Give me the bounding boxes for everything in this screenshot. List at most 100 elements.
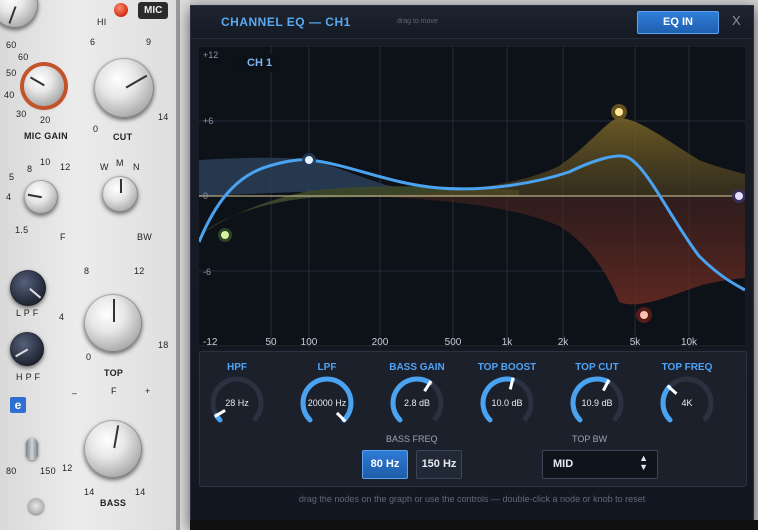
- eq-graph-canvas[interactable]: +12 +6 0 -6 -12 50 100 200 500 1k 2k 5k 10k: [199, 46, 745, 348]
- x-axis-label: 5k: [630, 337, 642, 348]
- top-label: TOP: [104, 368, 124, 378]
- x-axis-label: 10k: [681, 337, 698, 348]
- top-boost-node[interactable]: [611, 104, 627, 120]
- cut-scale-3: 0: [93, 124, 99, 134]
- console-strip: HI MIC 60 60 50 40 30 20 MIC GAIN 6 9 0 …: [0, 0, 190, 530]
- top-freq-value: 4K: [681, 398, 693, 408]
- f-scale-5: 4: [6, 192, 12, 202]
- bw-label: BW: [137, 232, 153, 242]
- cut-scale-2: 9: [146, 37, 152, 47]
- close-button[interactable]: X: [732, 13, 741, 28]
- x-axis-label: 100: [301, 337, 318, 348]
- hi-label: HI: [97, 17, 107, 27]
- bass-minus: –: [72, 388, 78, 398]
- top-scale-5: 0: [86, 352, 92, 362]
- top-scale-1: 8: [84, 266, 90, 276]
- mic-gain-knob[interactable]: [24, 66, 64, 106]
- footer-hint: drag the nodes on the graph or use the c…: [298, 494, 646, 504]
- lpf-value: 20000 Hz: [307, 398, 347, 408]
- bass-freq-label: BASS FREQ: [386, 434, 438, 444]
- bass-knob[interactable]: [78, 414, 148, 484]
- bass-plus: +: [145, 386, 151, 396]
- cut-scale-4: 14: [158, 112, 169, 122]
- switch-150-label: 150: [40, 466, 56, 476]
- channel-label: CH 1: [237, 54, 283, 72]
- mic-gain-scale-3: 40: [4, 90, 15, 100]
- mic-gain-scale-1: 60: [18, 52, 29, 62]
- y-label-plus12: +12: [203, 50, 218, 60]
- eq-in-button[interactable]: EQ IN: [637, 11, 719, 34]
- y-label-minus6: -6: [203, 267, 211, 277]
- mic-gain-scale-top: 60: [6, 40, 17, 50]
- mic-gain-scale-4: 30: [16, 109, 27, 119]
- eq-controls-panel: HPF LPF BASS GAIN TOP BOOST TOP CUT TOP …: [199, 351, 747, 487]
- bass-gain-value: 2.8 dB: [403, 398, 431, 408]
- channel-eq-window[interactable]: CHANNEL EQ — CH1 drag to move EQ IN X +1…: [190, 5, 754, 527]
- bass-node[interactable]: [218, 228, 232, 242]
- bw-n-label: N: [133, 162, 140, 172]
- bottom-strip: [190, 520, 758, 530]
- top-bw-select[interactable]: MID ▲ ▼: [542, 450, 658, 479]
- top-cut-value: 10.9 dB: [581, 398, 613, 408]
- top-scale-3: 4: [59, 312, 65, 322]
- x-axis-label: 200: [372, 337, 389, 348]
- window-titlebar[interactable]: CHANNEL EQ — CH1 drag to move EQ IN X: [191, 6, 753, 39]
- cut-scale-1: 6: [90, 37, 96, 47]
- lpf-knob[interactable]: [10, 270, 46, 306]
- f-scale-3: 10: [40, 157, 51, 167]
- hpf-label: H P F: [16, 372, 41, 382]
- lpf-label: L P F: [16, 308, 39, 318]
- bass-freq-80-button[interactable]: 80 Hz: [362, 450, 408, 479]
- channel-divider: [176, 0, 180, 530]
- hi-knob[interactable]: [0, 0, 38, 28]
- bass-freq-150-button[interactable]: 150 Hz: [416, 450, 462, 479]
- drag-hint: drag to move: [397, 18, 438, 25]
- y-label-minus12: -12: [203, 337, 218, 348]
- bass-freq-toggle[interactable]: [26, 438, 38, 460]
- top-knob[interactable]: [78, 288, 148, 358]
- hpf-label: HPF: [227, 362, 247, 373]
- bw-knob[interactable]: [102, 176, 138, 212]
- x-axis-label: 500: [445, 337, 462, 348]
- bw-m-label: M: [116, 158, 124, 168]
- mic-gain-scale-5: 20: [40, 115, 51, 125]
- bass-gain-label: BASS GAIN: [389, 362, 445, 373]
- mic-button[interactable]: MIC: [138, 2, 169, 19]
- top-scale-2: 12: [134, 266, 145, 276]
- top-bw-value: MID: [553, 458, 574, 470]
- top-bw-label: TOP BW: [572, 434, 608, 444]
- x-axis-label: 50: [265, 337, 277, 348]
- switch-80-label: 80: [6, 466, 17, 476]
- f-scale-6: 1.5: [15, 225, 29, 235]
- eq-graph[interactable]: +12 +6 0 -6 -12 50 100 200 500 1k 2k 5k 10k CH …: [199, 46, 745, 348]
- y-label-zero: 0: [203, 191, 208, 201]
- f-label: F: [60, 232, 66, 242]
- e-badge[interactable]: e: [10, 397, 26, 413]
- hpf-knob[interactable]: [10, 332, 44, 366]
- top-freq-label: TOP FREQ: [661, 362, 713, 373]
- top-boost-value: 10.0 dB: [491, 398, 523, 408]
- hpf-node[interactable]: [302, 153, 316, 167]
- top-cut-node[interactable]: [636, 307, 652, 323]
- f-scale-2: 8: [27, 164, 33, 174]
- cut-knob[interactable]: [88, 52, 160, 124]
- top-cut-label: TOP CUT: [575, 362, 619, 373]
- screw-icon: [28, 498, 44, 514]
- mic-led: [114, 3, 128, 17]
- lpf-label: LPF: [317, 362, 337, 373]
- updown-chevron-icon: ▲ ▼: [639, 453, 648, 472]
- bass-f: F: [111, 386, 117, 396]
- mic-gain-scale-2: 50: [6, 68, 17, 78]
- f-scale-4: 12: [60, 162, 71, 172]
- window-title: CHANNEL EQ — CH1: [221, 15, 351, 29]
- top-scale-4: 18: [158, 340, 169, 350]
- bass-label: BASS: [100, 498, 127, 508]
- bass-scale-2: 14: [84, 487, 95, 497]
- hpf-value: 28 Hz: [225, 398, 249, 408]
- bass-scale-3: 14: [135, 487, 146, 497]
- bass-scale-1: 12: [62, 463, 73, 473]
- x-axis-label: 2k: [558, 337, 570, 348]
- cut-label: CUT: [113, 132, 133, 142]
- f-scale-1: 5: [9, 172, 15, 182]
- f-knob[interactable]: [24, 180, 58, 214]
